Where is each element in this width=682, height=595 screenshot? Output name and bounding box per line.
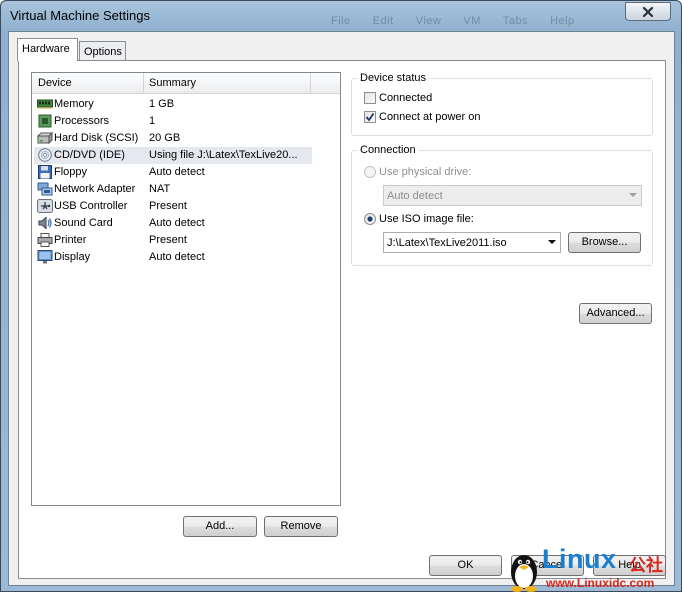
device-row-printer[interactable]: Printer Present bbox=[34, 232, 312, 249]
device-row-display[interactable]: Display Auto detect bbox=[34, 249, 312, 266]
device-name: USB Controller bbox=[54, 200, 128, 212]
device-row-network-adapter[interactable]: Network Adapter NAT bbox=[34, 181, 312, 198]
usb-icon bbox=[37, 199, 53, 213]
device-summary: NAT bbox=[149, 183, 171, 195]
processor-icon bbox=[38, 114, 52, 128]
device-row-sound-card[interactable]: Sound Card Auto detect bbox=[34, 215, 312, 232]
column-header-device[interactable]: Device bbox=[38, 77, 72, 89]
physical-drive-value: Auto detect bbox=[387, 190, 443, 202]
device-row-cd-dvd[interactable]: CD/DVD (IDE) Using file J:\Latex\TexLive… bbox=[34, 147, 312, 164]
device-status-title: Device status bbox=[357, 72, 430, 84]
watermark-suffix: 公社 bbox=[629, 556, 663, 576]
add-device-button[interactable]: Add... bbox=[183, 516, 257, 537]
tab-options[interactable]: Options bbox=[79, 41, 126, 61]
watermark-brand: Linux bbox=[542, 544, 617, 574]
use-physical-drive-radio[interactable] bbox=[364, 166, 376, 178]
use-physical-drive-label[interactable]: Use physical drive: bbox=[379, 166, 471, 178]
device-summary: 1 bbox=[149, 115, 156, 127]
device-summary: Auto detect bbox=[149, 251, 205, 263]
connect-at-power-on-label[interactable]: Connect at power on bbox=[379, 111, 481, 123]
iso-path-combo[interactable]: J:\Latex\TexLive2011.iso bbox=[383, 232, 561, 253]
device-row-usb-controller[interactable]: USB Controller Present bbox=[34, 198, 312, 215]
physical-drive-select[interactable]: Auto detect bbox=[383, 185, 642, 206]
device-summary: 20 GB bbox=[149, 132, 181, 144]
device-row-hard-disk[interactable]: Hard Disk (SCSI) 20 GB bbox=[34, 130, 312, 147]
connected-checkbox[interactable] bbox=[364, 92, 376, 104]
device-summary: 1 GB bbox=[149, 98, 175, 110]
use-iso-image-radio[interactable] bbox=[364, 213, 376, 225]
cd-dvd-icon bbox=[38, 148, 52, 162]
device-name: Processors bbox=[54, 115, 110, 127]
device-list-header: Device Summary bbox=[32, 73, 340, 94]
radio-dot-icon bbox=[367, 216, 373, 222]
device-name: Sound Card bbox=[54, 217, 113, 229]
device-summary: Auto detect bbox=[149, 217, 205, 229]
vm-settings-window: Virtual Machine Settings File Edit View VM T… bbox=[0, 0, 682, 592]
hard-disk-icon bbox=[37, 131, 53, 145]
display-icon bbox=[37, 250, 53, 264]
connection-title: Connection bbox=[357, 144, 419, 156]
device-summary: Using file J:\Latex\TexLive20... bbox=[149, 149, 298, 161]
device-name: Memory bbox=[54, 98, 94, 110]
column-header-summary[interactable]: Summary bbox=[149, 77, 196, 89]
device-row-processors[interactable]: Processors 1 bbox=[34, 113, 312, 130]
chevron-down-icon bbox=[629, 193, 637, 197]
window-title: Virtual Machine Settings bbox=[10, 8, 150, 23]
connection-group: Connection Use physical drive: Auto dete… bbox=[351, 144, 653, 266]
linuxidc-watermark: Linux 公社 www.Linuxidc.com bbox=[504, 544, 682, 592]
title-bar[interactable]: Virtual Machine Settings File Edit View VM T… bbox=[1, 1, 681, 31]
close-button[interactable] bbox=[625, 2, 671, 21]
column-divider[interactable] bbox=[143, 73, 144, 93]
device-name: Network Adapter bbox=[54, 183, 136, 195]
network-adapter-icon bbox=[37, 182, 53, 196]
sound-card-icon bbox=[38, 216, 52, 230]
tab-hardware[interactable]: Hardware bbox=[17, 38, 78, 61]
watermark-url: www.Linuxidc.com bbox=[546, 576, 655, 590]
dialog-client-area: Hardware Options Device Summary Memory 1… bbox=[8, 31, 675, 586]
memory-icon bbox=[37, 99, 53, 109]
printer-icon bbox=[37, 233, 53, 247]
device-name: Floppy bbox=[54, 166, 88, 178]
device-summary: Present bbox=[149, 200, 187, 212]
device-status-group: Device status Connected Connect at power… bbox=[351, 72, 653, 136]
floppy-icon bbox=[38, 165, 52, 179]
chevron-down-icon[interactable] bbox=[548, 240, 556, 244]
device-name: Hard Disk (SCSI) bbox=[54, 132, 139, 144]
device-name: CD/DVD (IDE) bbox=[54, 149, 125, 161]
device-row-floppy[interactable]: Floppy Auto detect bbox=[34, 164, 312, 181]
use-iso-image-label[interactable]: Use ISO image file: bbox=[379, 213, 474, 225]
close-icon bbox=[642, 6, 654, 17]
checkmark-icon bbox=[365, 112, 375, 122]
connected-label[interactable]: Connected bbox=[379, 92, 432, 104]
device-list[interactable]: Device Summary Memory 1 GB Processors 1 … bbox=[31, 72, 341, 506]
background-menu-ghost: File Edit View VM Tabs Help bbox=[331, 15, 575, 27]
device-name: Display bbox=[54, 251, 91, 263]
device-row-memory[interactable]: Memory 1 GB bbox=[34, 96, 312, 113]
connect-at-power-on-checkbox[interactable] bbox=[364, 111, 376, 123]
ok-button[interactable]: OK bbox=[429, 555, 502, 576]
browse-button[interactable]: Browse... bbox=[568, 232, 641, 253]
device-summary: Auto detect bbox=[149, 166, 205, 178]
remove-device-button[interactable]: Remove bbox=[264, 516, 338, 537]
advanced-button[interactable]: Advanced... bbox=[579, 303, 652, 324]
device-name: Printer bbox=[54, 234, 87, 246]
device-summary: Present bbox=[149, 234, 187, 246]
column-divider[interactable] bbox=[310, 73, 311, 93]
hardware-tab-panel: Device Summary Memory 1 GB Processors 1 … bbox=[18, 60, 666, 579]
iso-path-value: J:\Latex\TexLive2011.iso bbox=[387, 237, 507, 249]
